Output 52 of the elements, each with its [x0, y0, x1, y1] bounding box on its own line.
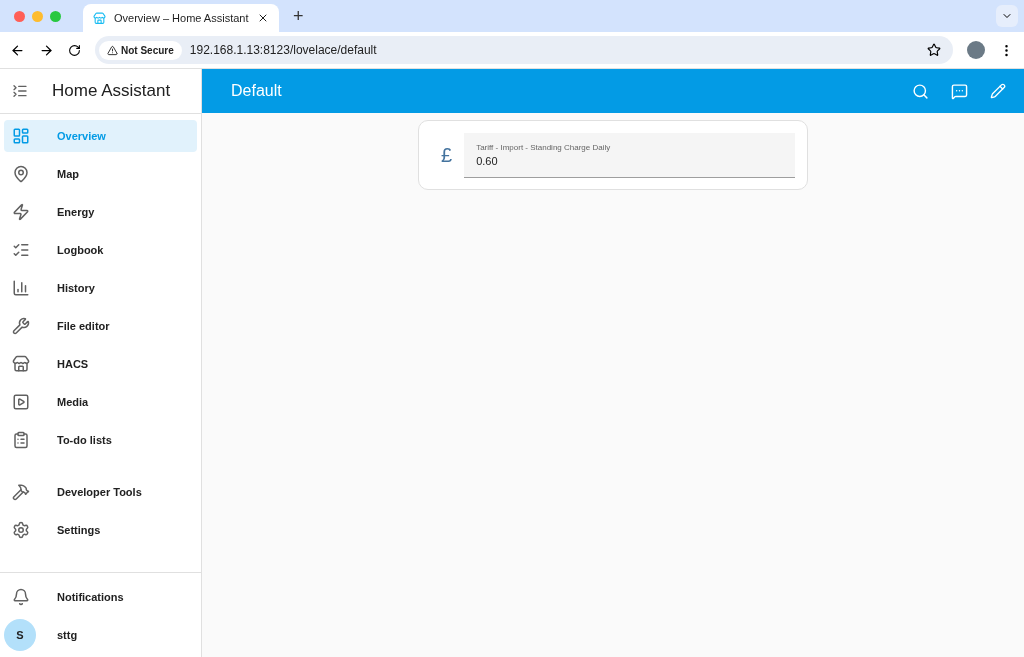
sidebar-item[interactable]: Energy	[4, 196, 197, 228]
settings-icon	[12, 521, 30, 539]
sidebar-item[interactable]: Settings	[4, 514, 197, 546]
security-chip[interactable]: Not Secure	[99, 40, 182, 60]
user-item[interactable]: S sttg	[4, 619, 197, 651]
menu-icon[interactable]	[12, 83, 28, 99]
tab-title: Overview – Home Assistant	[114, 12, 249, 24]
reload-icon[interactable]	[68, 43, 81, 57]
sidebar-item[interactable]: To-do lists	[4, 424, 197, 456]
close-icon[interactable]	[257, 12, 269, 24]
new-tab-button[interactable]: +	[293, 5, 304, 27]
sidebar-item[interactable]: History	[4, 272, 197, 304]
close-window-dot[interactable]	[14, 10, 25, 22]
notifications-item[interactable]: Notifications	[4, 581, 197, 613]
sidebar-item[interactable]: File editor	[4, 310, 197, 342]
tab-list-button[interactable]	[996, 5, 1018, 27]
address-bar[interactable]: Not Secure 192.168.1.13:8123/lovelace/default	[95, 36, 953, 64]
input-field[interactable]: Tariff - Import - Standing Charge Daily 0.60	[464, 132, 795, 178]
dashboard-icon	[12, 127, 30, 145]
forward-icon[interactable]	[39, 42, 54, 58]
lightning-icon	[12, 203, 30, 221]
sidebar-item[interactable]: Media	[4, 386, 197, 418]
field-value: 0.60	[476, 154, 499, 167]
store-icon	[12, 355, 30, 373]
map-pin-icon	[12, 165, 30, 183]
hammer-icon	[12, 483, 30, 501]
sidebar-item[interactable]: Map	[4, 158, 197, 190]
play-icon	[12, 393, 30, 411]
edit-icon[interactable]	[990, 83, 1006, 99]
warning-icon	[107, 44, 118, 56]
dashboard-title: Default	[231, 82, 283, 100]
profile-avatar[interactable]	[967, 41, 985, 59]
clipboard-icon	[12, 431, 30, 449]
sidebar-item[interactable]: Logbook	[4, 234, 197, 266]
currency-icon: £	[441, 143, 453, 167]
url-text: 192.168.1.13:8123/lovelace/default	[189, 43, 378, 57]
bar-chart-icon	[12, 279, 30, 297]
search-icon[interactable]	[912, 82, 929, 100]
sidebar-item[interactable]: HACS	[4, 348, 197, 380]
wrench-icon	[12, 317, 30, 335]
back-icon[interactable]	[10, 42, 25, 58]
list-icon	[12, 241, 30, 259]
bell-icon	[12, 588, 30, 606]
user-avatar: S	[4, 619, 36, 651]
bookmark-star-icon[interactable]	[927, 43, 941, 57]
minimize-window-dot[interactable]	[32, 10, 43, 22]
sidebar-item[interactable]: Developer Tools	[4, 476, 197, 508]
browser-tab[interactable]: Overview – Home Assistant	[83, 4, 279, 32]
maximize-window-dot[interactable]	[50, 10, 61, 22]
chat-icon[interactable]	[951, 82, 968, 100]
field-label: Tariff - Import - Standing Charge Daily	[476, 142, 612, 152]
sidebar-title: Home Assistant	[52, 81, 171, 101]
